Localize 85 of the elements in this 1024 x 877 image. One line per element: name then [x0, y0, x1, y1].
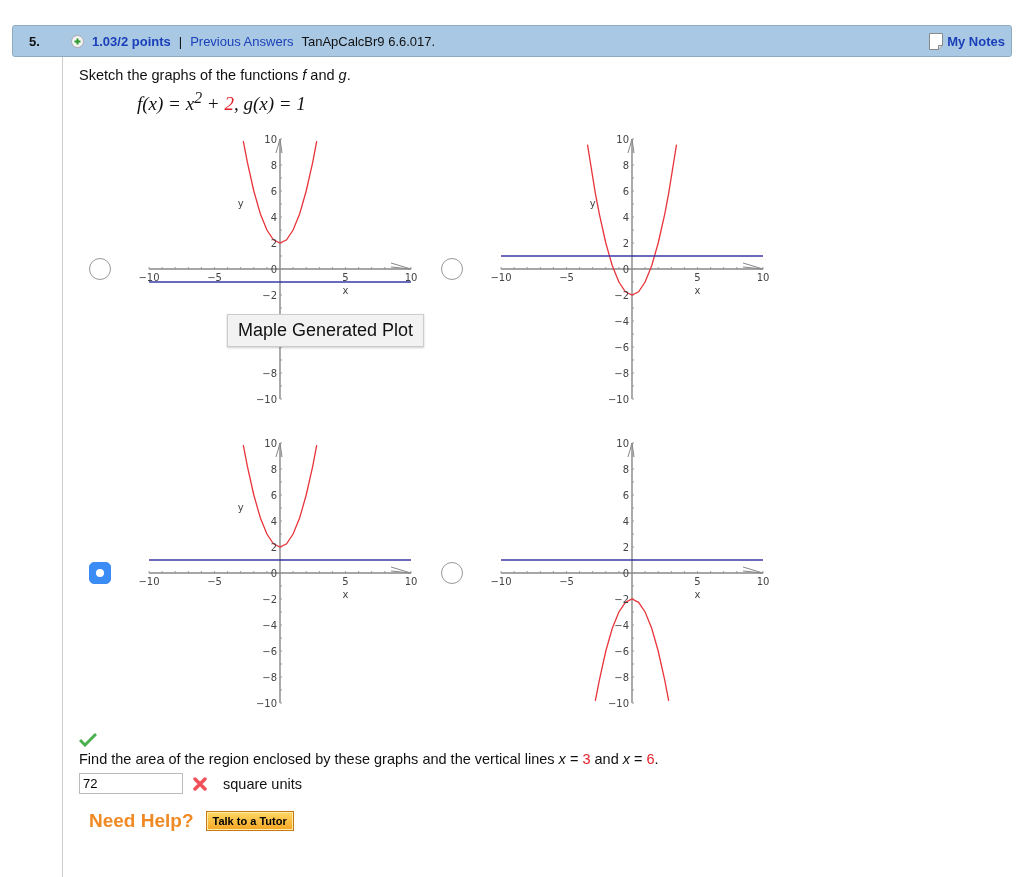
tick-label: −10 — [138, 576, 160, 588]
axis-label: x — [694, 589, 701, 601]
note-icon — [929, 32, 944, 50]
question-number: 5. — [29, 33, 41, 49]
tick-label: 10 — [756, 272, 770, 284]
tick-label: 0 — [270, 264, 277, 276]
tick-label: −8 — [614, 672, 629, 684]
tick-label: −6 — [614, 646, 629, 658]
talk-to-tutor-button[interactable]: Talk to a Tutor — [205, 811, 294, 832]
axis-label: x — [342, 589, 349, 601]
tick-label: −8 — [262, 672, 277, 684]
need-help-label: Need Help? — [89, 810, 194, 833]
axis-label: y — [237, 502, 244, 514]
plus-icon — [71, 34, 84, 48]
tick-label: −10 — [490, 576, 512, 588]
tick-label: −4 — [262, 620, 277, 632]
tick-label: −10 — [607, 394, 629, 406]
tick-label: 0 — [622, 264, 629, 276]
question-text: Find the area of the region enclosed by these graphs and the vertical lines x = 3 and x = 6. — [79, 751, 660, 768]
tick-label: −2 — [262, 290, 277, 302]
tick-label: −6 — [262, 646, 277, 658]
tick-label: 10 — [264, 438, 277, 450]
axis-label: y — [237, 198, 244, 210]
axis-label: x — [342, 285, 349, 297]
my-notes-link[interactable]: My Notes — [929, 32, 1005, 50]
tick-label: 4 — [622, 212, 629, 224]
tick-label: 8 — [270, 160, 277, 172]
tick-label: 2 — [270, 542, 277, 554]
tick-label: 2 — [270, 238, 277, 250]
axis-label: x — [694, 285, 701, 297]
previous-answers-link[interactable]: Previous Answers — [190, 33, 294, 49]
answer-field[interactable]: 72 — [79, 773, 183, 795]
tick-label: 4 — [622, 516, 629, 528]
tick-label: 8 — [622, 464, 629, 476]
tick-label: −8 — [614, 368, 629, 380]
tick-label: 4 — [270, 212, 277, 224]
radio-button[interactable] — [89, 562, 111, 585]
tick-label: −5 — [207, 576, 222, 588]
tick-label: 10 — [404, 272, 418, 284]
tick-label: −5 — [207, 272, 222, 284]
tooltip: Maple Generated Plot — [227, 314, 425, 348]
tick-label: 2 — [622, 542, 629, 554]
radio-button[interactable] — [89, 258, 111, 281]
tick-label: −5 — [559, 272, 574, 284]
tick-label: 10 — [264, 134, 277, 146]
tick-label: 5 — [342, 576, 349, 588]
radio-button[interactable] — [441, 562, 463, 585]
tick-label: −6 — [614, 342, 629, 354]
tick-label: −10 — [138, 272, 160, 284]
tick-label: 10 — [616, 438, 629, 450]
tick-label: 5 — [342, 272, 349, 284]
tick-label: −2 — [614, 594, 629, 606]
tick-label: −2 — [262, 594, 277, 606]
tick-label: −10 — [607, 698, 629, 710]
formula: f(x) = x$^{2}$ + 2, g(x) = 1 — [137, 89, 307, 116]
units-label: square units — [223, 775, 302, 792]
tick-label: −4 — [614, 620, 629, 632]
tick-label: −2 — [614, 290, 629, 302]
tick-label: 2 — [622, 238, 629, 250]
tick-label: 6 — [622, 490, 629, 502]
prompt-text: Sketch the graphs of the functions f and g. — [79, 67, 352, 83]
tick-label: 8 — [270, 464, 277, 476]
tick-label: 5 — [694, 272, 701, 284]
separator: | — [178, 33, 183, 49]
tick-label: 0 — [622, 568, 629, 580]
tick-label: 10 — [404, 576, 418, 588]
problem-id: TanApCalcBr9 6.6.017. — [301, 33, 436, 49]
tick-label: 6 — [622, 186, 629, 198]
tick-label: 10 — [756, 576, 770, 588]
tick-label: −5 — [559, 576, 574, 588]
tick-label: 6 — [270, 186, 277, 198]
tick-label: −10 — [490, 272, 512, 284]
tick-label: −4 — [614, 316, 629, 328]
points-score: 1.03/2 points — [92, 33, 171, 49]
tick-label: 5 — [694, 576, 701, 588]
radio-button[interactable] — [441, 258, 463, 281]
tick-label: 4 — [270, 516, 277, 528]
tick-label: −10 — [255, 394, 277, 406]
axis-label: y — [589, 198, 596, 210]
tick-label: 10 — [616, 134, 629, 146]
tick-label: 8 — [622, 160, 629, 172]
tick-label: 0 — [270, 568, 277, 580]
tick-label: −8 — [262, 368, 277, 380]
tick-label: 6 — [270, 490, 277, 502]
tick-label: −10 — [255, 698, 277, 710]
